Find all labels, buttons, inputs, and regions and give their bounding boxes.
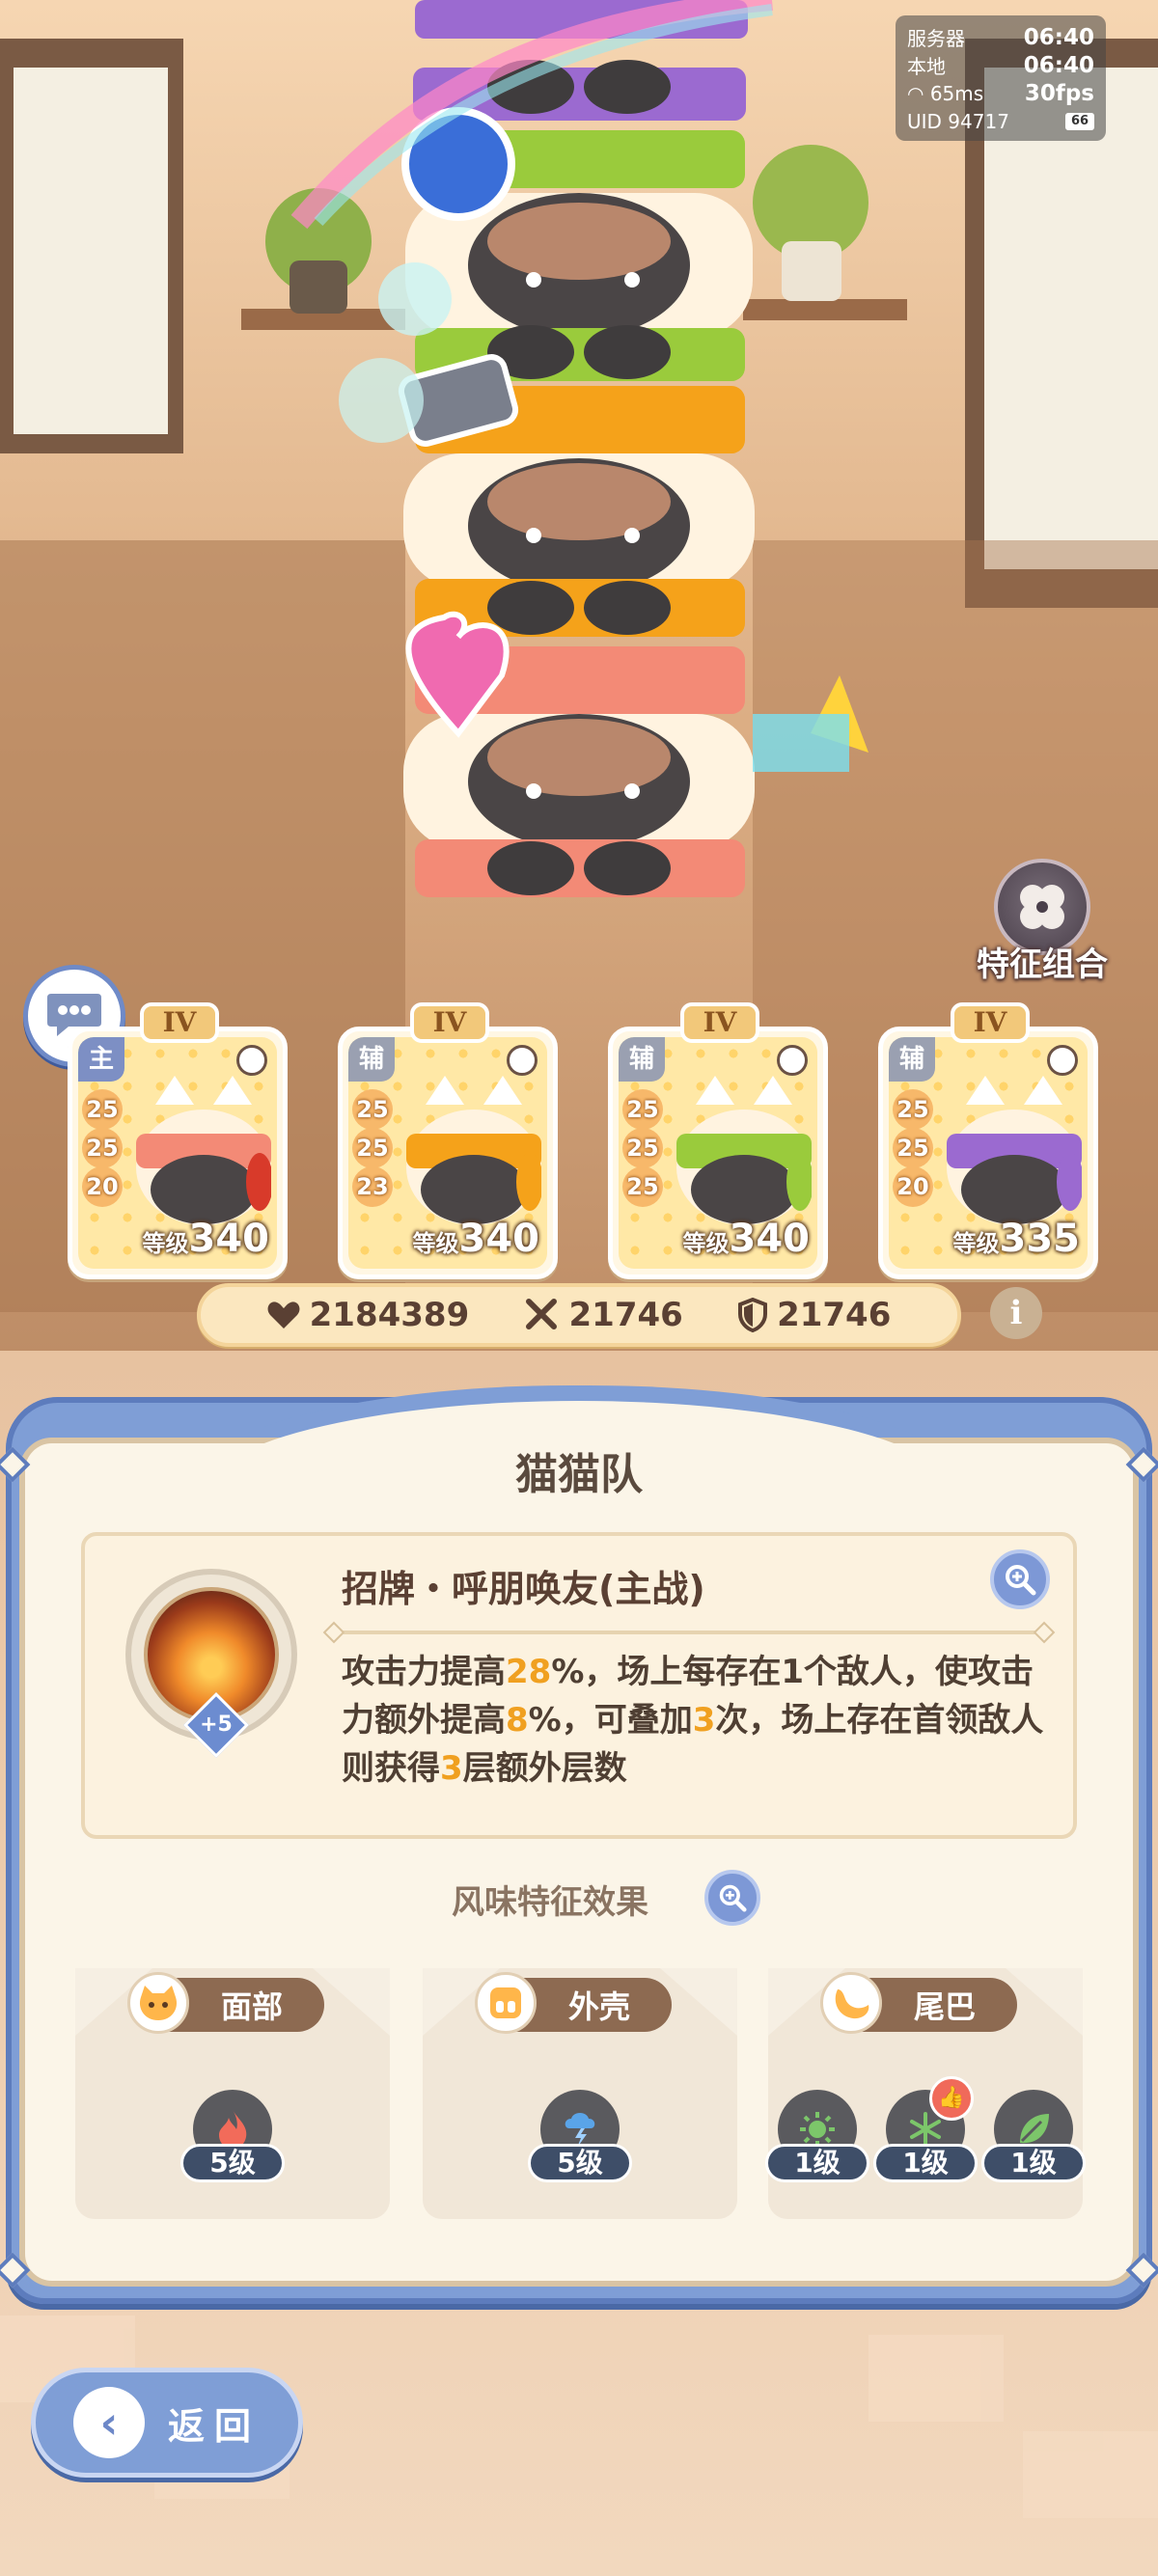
rank-badge: IV [410, 1002, 489, 1043]
trait-element[interactable]: 👍 1级 [873, 2076, 978, 2182]
lock-icon[interactable] [507, 1045, 538, 1076]
lock-icon[interactable] [236, 1045, 267, 1076]
team-stats-bar: 2184389 21746 21746 [197, 1283, 961, 1347]
skill-name: 招牌・呼朋唤友(主战) [342, 1568, 705, 1610]
cat-sprite-icon [947, 1076, 1082, 1225]
trait-element[interactable]: 1级 [765, 2090, 869, 2182]
skill-divider [334, 1631, 1044, 1634]
battery-icon: 66 [1065, 112, 1094, 130]
trait-combo-label: 特征组合 [977, 945, 1108, 984]
member-card[interactable]: 主 25 25 20 等级340 IV [68, 1002, 288, 1279]
trait-header: 尾巴 [820, 1972, 1017, 2034]
shield-icon [738, 1298, 768, 1332]
skill-icon[interactable]: +5 [125, 1569, 297, 1758]
card-stats: 25 25 20 [893, 1089, 933, 1207]
cat-face-icon [127, 1972, 189, 2034]
uid-value: 94717 [948, 109, 1009, 133]
back-button[interactable]: ‹ 返回 [31, 2368, 303, 2478]
back-label: 返回 [167, 2404, 261, 2448]
uid-label: UID [907, 109, 942, 133]
local-label: 本地 [907, 55, 946, 78]
trait-panel-face[interactable]: 面部 5级 [75, 1968, 390, 2219]
thumbs-up-icon: 👍 [929, 2076, 974, 2121]
local-time: 06:40 [1023, 52, 1094, 78]
role-badge: 辅 [889, 1037, 935, 1082]
card-stats: 25 25 20 [82, 1089, 123, 1207]
heart-icon [267, 1302, 300, 1329]
magnifier-icon [719, 1884, 747, 1912]
cat-sprite-icon [136, 1076, 271, 1225]
server-time: 06:40 [1023, 24, 1094, 50]
cat-sprite-icon [676, 1076, 812, 1225]
shell-icon [475, 1972, 537, 2034]
magnifier-icon [1006, 1565, 1036, 1596]
team-name: 猫猫队 [515, 1450, 643, 1499]
defense-stat: 21746 [738, 1296, 891, 1334]
skill-description: 攻击力提高28%，场上每存在1个敌人，使攻击力额外提高8%，可叠加3次，场上存在… [342, 1653, 1044, 1788]
card-level: 等级340 [412, 1217, 540, 1261]
trait-header: 外壳 [475, 1972, 672, 2034]
tail-icon [820, 1972, 882, 2034]
fps-value: 30fps [1024, 80, 1094, 106]
role-badge: 主 [78, 1037, 124, 1082]
card-level: 等级335 [952, 1217, 1081, 1261]
server-label: 服务器 [907, 27, 965, 50]
cat-sprite-icon [406, 1076, 541, 1225]
rank-badge: IV [680, 1002, 759, 1043]
lock-icon[interactable] [1047, 1045, 1078, 1076]
card-level: 等级340 [682, 1217, 811, 1261]
card-stats: 25 25 25 [622, 1089, 663, 1207]
crossed-swords-icon [525, 1299, 557, 1329]
ping-value: 65ms [929, 81, 984, 105]
trait-element[interactable]: 5级 [179, 2090, 286, 2182]
trait-combo-button[interactable]: 特征组合 [955, 859, 1129, 984]
trait-panel-tail[interactable]: 尾巴 1级 👍 1级 1级 [765, 1968, 1086, 2219]
rank-badge: IV [140, 1002, 219, 1043]
attack-value: 21746 [568, 1296, 683, 1334]
trait-header: 面部 [127, 1972, 324, 2034]
flavor-effects-title: 风味特征效果 [452, 1883, 648, 1922]
role-badge: 辅 [348, 1037, 395, 1082]
member-card[interactable]: 辅 25 25 25 等级340 IV [608, 1002, 828, 1279]
debug-status-overlay: 服务器 06:40 本地 06:40 ◠ 65ms 30fps UID 94717 … [896, 15, 1106, 141]
back-arrow-icon: ‹ [72, 2387, 145, 2458]
rank-badge: IV [951, 1002, 1030, 1043]
wifi-icon: ◠ [907, 81, 924, 105]
trait-element[interactable]: 1级 [981, 2090, 1086, 2182]
role-badge: 辅 [619, 1037, 665, 1082]
defense-value: 21746 [777, 1296, 892, 1334]
team-member-cards: 主 25 25 20 等级340 IV 辅 25 25 23 等级340 IV 辅 25… [62, 1000, 1104, 1279]
trait-element[interactable]: 5级 [527, 2090, 633, 2182]
hp-stat: 2184389 [267, 1296, 470, 1334]
info-button[interactable]: i [990, 1287, 1042, 1339]
member-card[interactable]: 辅 25 25 20 等级335 IV [878, 1002, 1098, 1279]
card-stats: 25 25 23 [352, 1089, 393, 1207]
trait-panel-shell[interactable]: 外壳 5级 [423, 1968, 737, 2219]
card-level: 等级340 [142, 1217, 270, 1261]
member-card[interactable]: 辅 25 25 23 等级340 IV [338, 1002, 558, 1279]
attack-stat: 21746 [525, 1296, 683, 1334]
skill-zoom-button[interactable] [990, 1549, 1050, 1609]
hp-value: 2184389 [309, 1296, 470, 1334]
flavor-zoom-button[interactable] [704, 1870, 760, 1926]
lock-icon[interactable] [777, 1045, 808, 1076]
